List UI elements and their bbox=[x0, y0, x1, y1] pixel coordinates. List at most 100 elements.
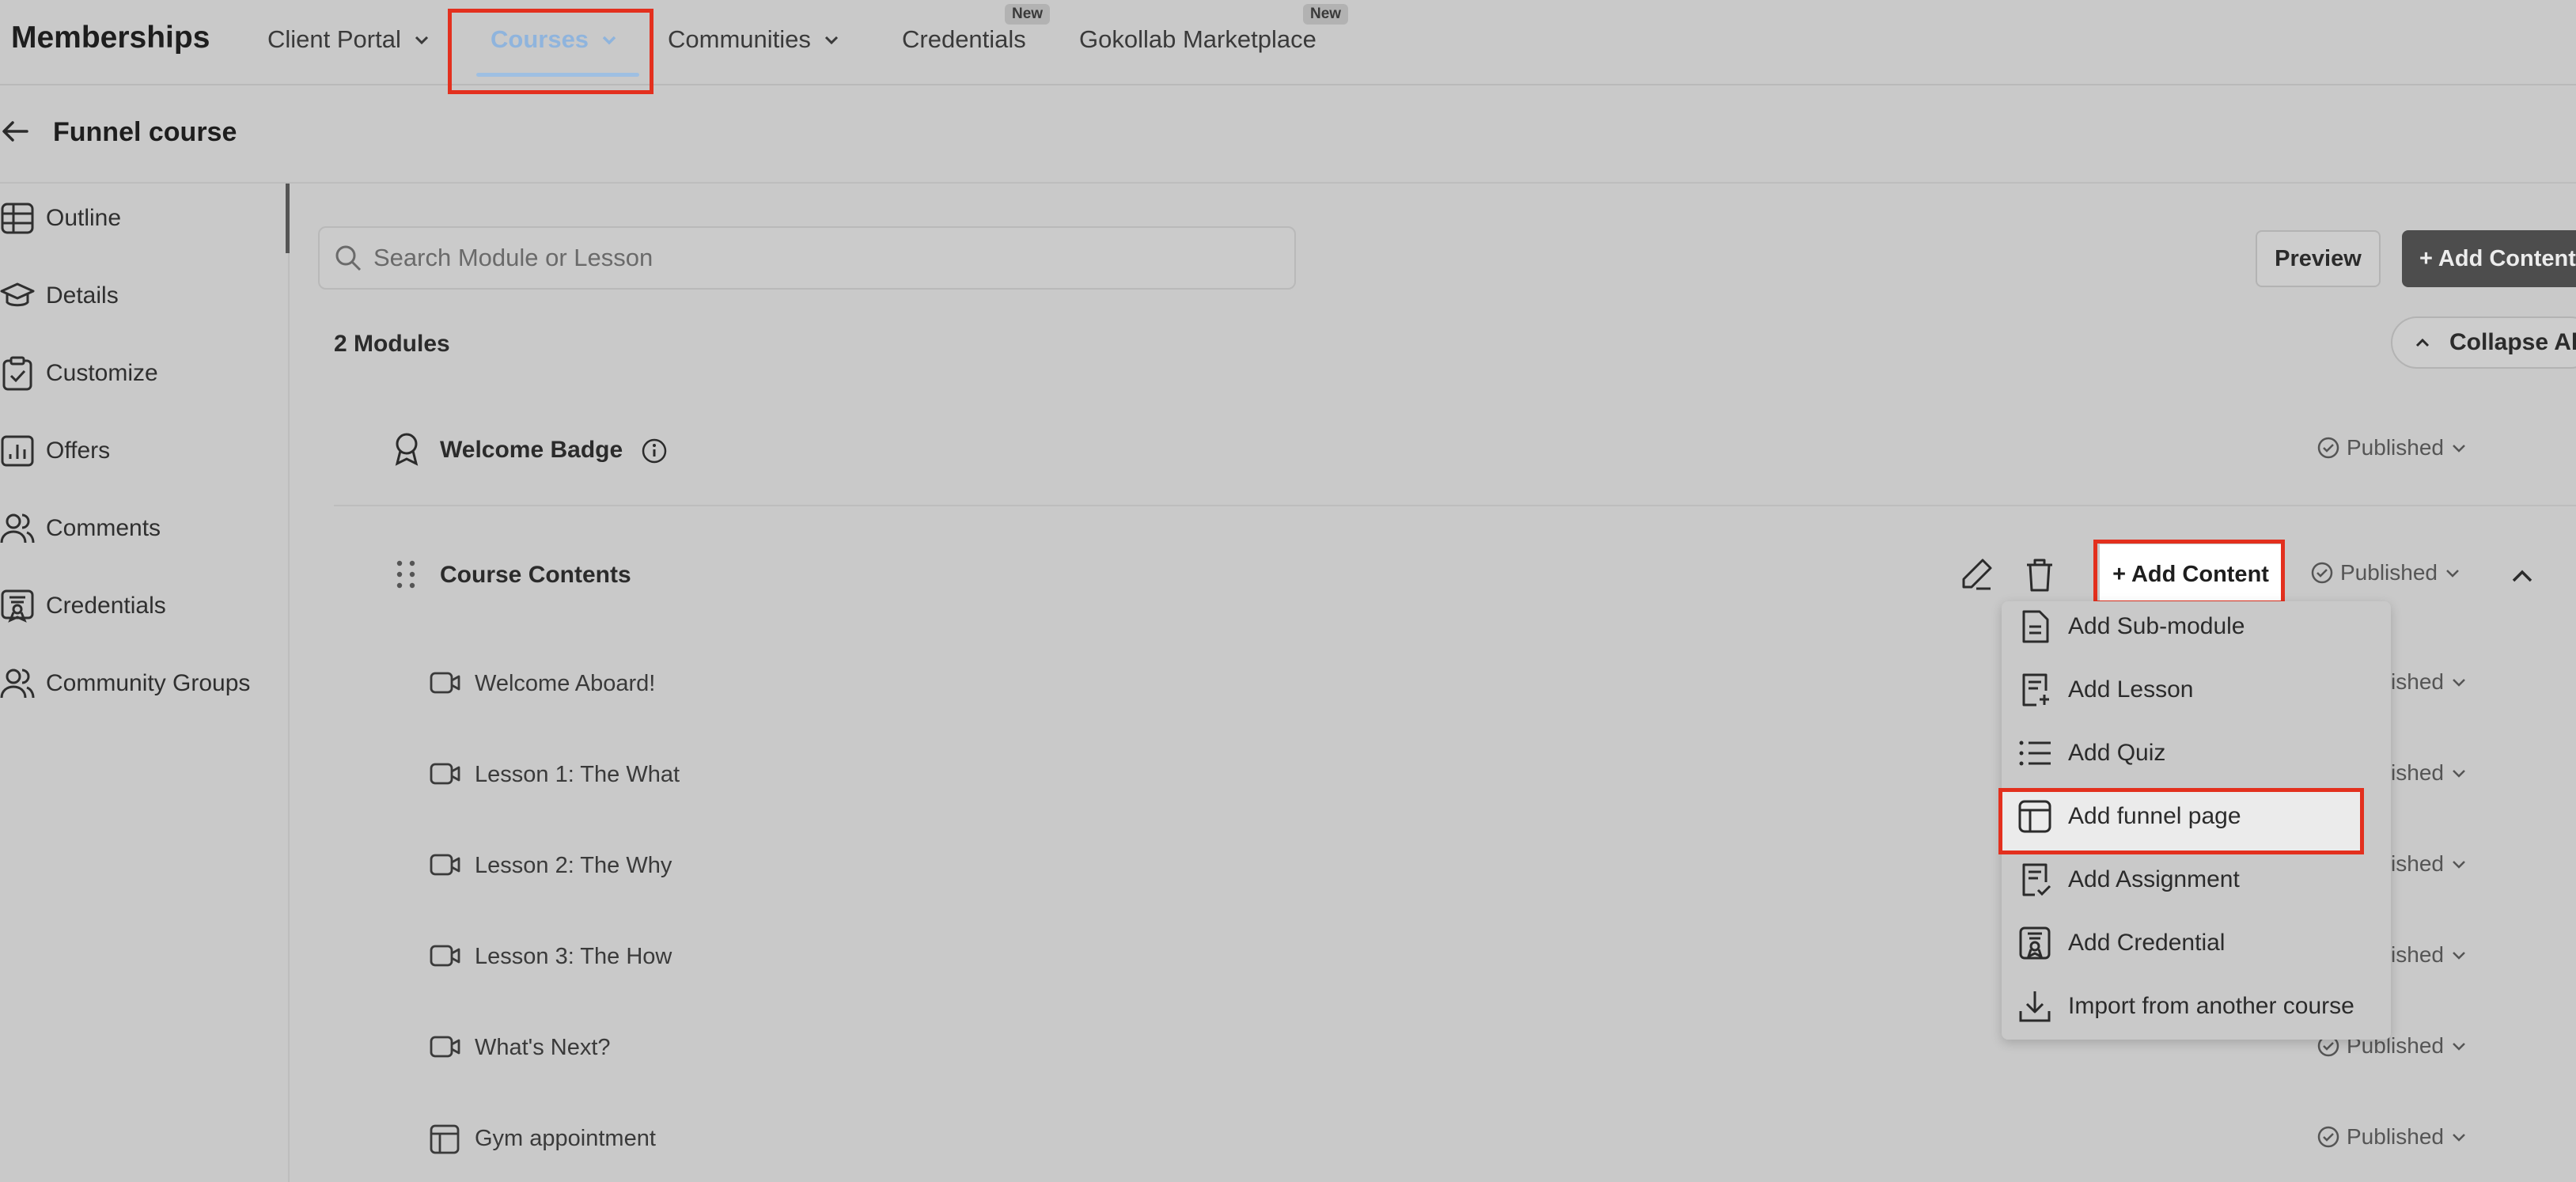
chevron-down-icon bbox=[2453, 1134, 2465, 1142]
nav-marketplace-label: Gokollab Marketplace bbox=[1079, 25, 1316, 53]
trash-icon[interactable] bbox=[2021, 555, 2059, 593]
video-icon bbox=[430, 1036, 460, 1058]
sidebar-item-label: Details bbox=[46, 282, 119, 309]
sidebar-item-offers[interactable]: Offers bbox=[0, 434, 110, 468]
nav-credentials[interactable]: Credentials bbox=[902, 25, 1026, 54]
drag-handle-icon[interactable] bbox=[394, 559, 418, 590]
nav-active-underline bbox=[476, 73, 639, 77]
sidebar-item-label: Offers bbox=[46, 438, 111, 464]
menu-item-label: Add Quiz bbox=[2068, 740, 2166, 766]
file-icon bbox=[2022, 610, 2049, 643]
sidebar-item-community-groups[interactable]: Community Groups bbox=[0, 666, 250, 701]
nav-courses-label: Courses bbox=[491, 25, 589, 53]
list-icon bbox=[2019, 741, 2051, 766]
nav-credentials-label: Credentials bbox=[902, 25, 1026, 53]
users-icon bbox=[0, 669, 35, 699]
app-title: Memberships bbox=[11, 21, 210, 55]
nav-marketplace[interactable]: Gokollab Marketplace bbox=[1079, 25, 1316, 54]
menu-item-import-course[interactable]: Import from another course bbox=[2017, 989, 2354, 1024]
search-icon bbox=[335, 245, 362, 271]
check-circle-icon bbox=[2317, 437, 2339, 459]
download-icon bbox=[2019, 991, 2051, 1022]
chevron-down-icon bbox=[2453, 679, 2465, 687]
nav-client-portal-label: Client Portal bbox=[267, 25, 401, 53]
course-title: Funnel course bbox=[53, 117, 237, 147]
status-dropdown[interactable]: Published bbox=[2310, 560, 2461, 585]
add-content-button[interactable]: + Add Content bbox=[2402, 230, 2576, 287]
new-badge: New bbox=[1005, 4, 1051, 25]
arrow-left-icon[interactable] bbox=[0, 116, 32, 147]
search-input[interactable] bbox=[373, 244, 1244, 272]
menu-item-label: Add Sub-module bbox=[2068, 613, 2245, 639]
sidebar-item-details[interactable]: Details bbox=[0, 278, 119, 313]
nav-courses[interactable]: Courses bbox=[491, 25, 619, 54]
menu-item-label: Import from another course bbox=[2068, 993, 2354, 1019]
lesson-title[interactable]: Lesson 3: The How bbox=[475, 944, 672, 970]
new-badge: New bbox=[1303, 4, 1349, 25]
modules-count: 2 Modules bbox=[334, 331, 450, 357]
clipboard-check-icon bbox=[2, 356, 32, 391]
nav-communities[interactable]: Communities bbox=[668, 25, 841, 54]
nav-communities-label: Communities bbox=[668, 25, 811, 53]
collapse-all-button[interactable]: Collapse All bbox=[2391, 316, 2576, 369]
menu-item-add-lesson[interactable]: Add Lesson bbox=[2017, 672, 2193, 707]
chevron-down-icon bbox=[2446, 570, 2459, 578]
video-icon bbox=[430, 945, 460, 967]
menu-item-label: Add funnel page bbox=[2068, 803, 2241, 829]
video-icon bbox=[430, 672, 460, 694]
sidebar-item-label: Credentials bbox=[46, 593, 166, 619]
users-icon bbox=[0, 513, 35, 544]
chevron-up-icon[interactable] bbox=[2510, 563, 2535, 589]
video-icon bbox=[430, 854, 460, 876]
chevron-down-icon bbox=[602, 36, 616, 45]
sidebar-item-customize[interactable]: Customize bbox=[0, 356, 158, 391]
table-icon bbox=[1, 203, 34, 234]
video-icon bbox=[430, 763, 460, 785]
sidebar-item-credentials[interactable]: Credentials bbox=[0, 589, 166, 623]
lesson-title[interactable]: Lesson 2: The Why bbox=[475, 853, 672, 879]
module-title[interactable]: Course Contents bbox=[440, 562, 631, 589]
menu-item-label: Add Credential bbox=[2068, 930, 2226, 956]
chevron-down-icon bbox=[2453, 952, 2465, 960]
lesson-title[interactable]: Welcome Aboard! bbox=[475, 671, 655, 697]
chevron-up-icon bbox=[2415, 338, 2430, 347]
badge-icon bbox=[395, 433, 419, 466]
add-content-button[interactable]: + Add Content bbox=[2100, 544, 2282, 604]
check-circle-icon bbox=[2317, 1126, 2339, 1148]
chevron-down-icon bbox=[415, 36, 428, 45]
menu-item-add-sub-module[interactable]: Add Sub-module bbox=[2017, 609, 2245, 644]
preview-button[interactable]: Preview bbox=[2256, 230, 2381, 287]
graduation-cap-icon bbox=[0, 282, 35, 307]
collapse-all-label: Collapse All bbox=[2449, 329, 2576, 355]
sidebar-item-outline[interactable]: Outline bbox=[0, 201, 121, 236]
menu-item-add-quiz[interactable]: Add Quiz bbox=[2017, 736, 2165, 771]
pencil-icon[interactable] bbox=[1957, 555, 1995, 593]
sidebar-item-label: Community Groups bbox=[46, 670, 251, 696]
chevron-down-icon bbox=[2453, 445, 2465, 453]
search-box[interactable] bbox=[318, 226, 1296, 290]
sidebar-item-comments[interactable]: Comments bbox=[0, 511, 161, 546]
menu-item-add-credential[interactable]: Add Credential bbox=[2017, 926, 2225, 960]
module-title[interactable]: Welcome Badge bbox=[440, 437, 623, 464]
lesson-title[interactable]: Lesson 1: The What bbox=[475, 762, 680, 788]
chart-icon bbox=[1, 435, 34, 467]
status-label: Published bbox=[2347, 1124, 2444, 1149]
menu-item-add-funnel-page[interactable]: Add funnel page bbox=[2017, 799, 2241, 834]
chevron-down-icon bbox=[2453, 861, 2465, 869]
layout-icon bbox=[2018, 800, 2051, 833]
status-label: Published bbox=[2340, 560, 2438, 585]
menu-item-add-assignment[interactable]: Add Assignment bbox=[2017, 862, 2240, 897]
certificate-icon bbox=[2019, 926, 2051, 960]
lesson-title[interactable]: Gym appointment bbox=[475, 1126, 656, 1152]
status-dropdown[interactable]: Published bbox=[2317, 435, 2468, 460]
chevron-down-icon bbox=[2453, 1043, 2465, 1051]
sidebar-item-label: Comments bbox=[46, 515, 161, 541]
lesson-title[interactable]: What's Next? bbox=[475, 1035, 611, 1061]
status-dropdown[interactable]: Published bbox=[2317, 1124, 2468, 1150]
file-check-icon bbox=[2022, 863, 2051, 896]
layout-icon bbox=[430, 1124, 460, 1154]
chevron-down-icon bbox=[2453, 770, 2465, 778]
sidebar-item-label: Customize bbox=[46, 360, 158, 386]
info-icon[interactable] bbox=[641, 438, 668, 464]
nav-client-portal[interactable]: Client Portal bbox=[267, 25, 431, 54]
